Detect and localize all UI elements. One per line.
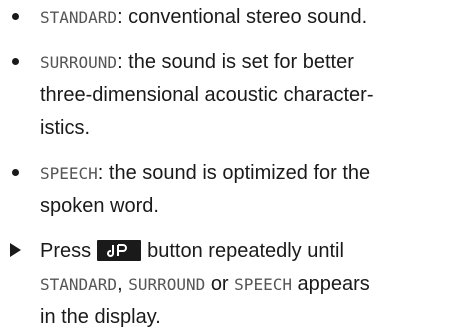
mode-term-speech: SPEECH [40, 164, 98, 183]
option-speech: SPEECH [234, 275, 292, 294]
option-surround: SURROUND [128, 275, 206, 294]
bullet-marker [0, 1, 30, 34]
word-or: or [210, 273, 229, 295]
list-item-text: SPEECH: the sound is optimized for the s… [40, 157, 452, 223]
mode-description: : the sound is optimized for the [97, 162, 371, 184]
option-standard: STANDARD [40, 275, 118, 294]
step-press: Press [40, 240, 92, 262]
mode-description-cont: three-dimensional acoustic character- [40, 84, 374, 106]
instruction-text: Press button repeatedly until STANDARD, … [40, 235, 452, 334]
sound-mode-icon [97, 239, 142, 261]
list-item-text: SURROUND: the sound is set for better th… [40, 46, 452, 145]
mode-term-standard: STANDARD [40, 8, 118, 27]
manual-page: STANDARD: conventional stereo sound. SUR… [0, 0, 457, 328]
step-last-line: in the display. [40, 306, 161, 328]
mode-term-surround: SURROUND [40, 53, 118, 72]
list-item-text: STANDARD: conventional stereo sound. [40, 1, 452, 34]
comma: , [117, 273, 123, 295]
step-arrow-icon [0, 235, 30, 268]
mode-description: : the sound is set for better [117, 51, 354, 73]
bullet-marker [0, 157, 30, 190]
word-appears: appears [297, 273, 370, 295]
step-after-button: button repeatedly until [147, 240, 344, 262]
mode-description-cont: spoken word. [40, 195, 159, 217]
mode-description-cont: istics. [40, 117, 90, 139]
bullet-marker [0, 46, 30, 79]
mode-description: : conventional stereo sound. [117, 6, 368, 28]
